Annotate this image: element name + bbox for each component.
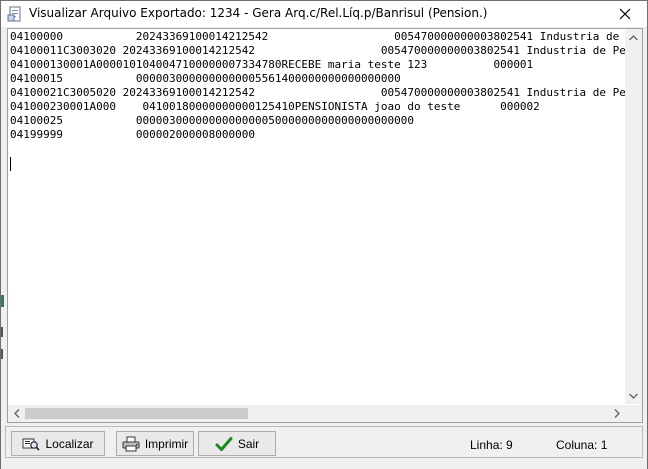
printer-icon: [122, 436, 140, 451]
scroll-right-button[interactable]: [608, 405, 625, 422]
column-indicator: Coluna: 1: [556, 438, 608, 452]
sair-label: Sair: [237, 436, 260, 451]
checkmark-icon: [215, 436, 233, 451]
app-document-icon: [7, 6, 23, 22]
imprimir-button[interactable]: Imprimir: [116, 431, 194, 456]
text-line: 04100000 20243369100014212542 0054700000…: [10, 30, 625, 43]
horizontal-scrollbar[interactable]: [8, 405, 625, 422]
line-indicator: Linha: 9: [470, 438, 513, 452]
scroll-down-button[interactable]: [625, 387, 642, 404]
text-line: 04100015 0000030000000000005561400000000…: [10, 72, 401, 85]
background-marker: [1, 349, 3, 359]
window-title: Visualizar Arquivo Exportado: 1234 - Ger…: [29, 6, 488, 20]
text-caret: [10, 157, 11, 171]
text-line: 04199999 000002000008000000: [10, 128, 256, 141]
search-find-icon: [22, 438, 41, 451]
title-bar[interactable]: Visualizar Arquivo Exportado: 1234 - Ger…: [1, 1, 647, 27]
export-viewer-window: Visualizar Arquivo Exportado: 1234 - Ger…: [0, 0, 648, 469]
text-line: 041000230001A000 04100180000000000125410…: [10, 100, 540, 113]
file-content-viewer[interactable]: 04100000 20243369100014212542 0054700000…: [7, 28, 643, 423]
text-line: 04100021C3005020 20243369100014212542 00…: [10, 86, 625, 99]
horizontal-scroll-thumb[interactable]: [25, 408, 248, 419]
close-icon: [619, 8, 631, 20]
localizar-button[interactable]: Localizar: [11, 431, 105, 456]
imprimir-label: Imprimir: [144, 436, 189, 451]
sair-button[interactable]: Sair: [198, 431, 276, 456]
localizar-label: Localizar: [45, 436, 94, 451]
chevron-right-icon: [614, 409, 620, 418]
toolbar-panel: Localizar Imprimir Sair Linha: 9 Coluna:…: [5, 426, 643, 458]
background-marker: [1, 327, 3, 337]
chevron-down-icon: [629, 393, 638, 399]
scroll-left-button[interactable]: [8, 405, 25, 422]
vertical-scroll-track[interactable]: [629, 47, 638, 387]
file-text-area[interactable]: 04100000 20243369100014212542 0054700000…: [8, 29, 625, 404]
bottom-toolbar: Localizar Imprimir Sair Linha: 9 Coluna:…: [1, 424, 647, 469]
chevron-up-icon: [629, 34, 638, 40]
text-line: 04100011C3003020 20243369100014212542 00…: [10, 44, 625, 57]
background-marker: [1, 295, 4, 307]
scroll-up-button[interactable]: [625, 29, 642, 46]
text-line: 041000130001A000010104004710000000733478…: [10, 58, 534, 71]
close-button[interactable]: [603, 1, 647, 27]
vertical-scrollbar[interactable]: [625, 29, 642, 404]
chevron-left-icon: [13, 409, 19, 418]
text-line: 04100025 0000030000000000000050000000000…: [10, 114, 414, 127]
scrollbar-corner: [625, 405, 642, 422]
